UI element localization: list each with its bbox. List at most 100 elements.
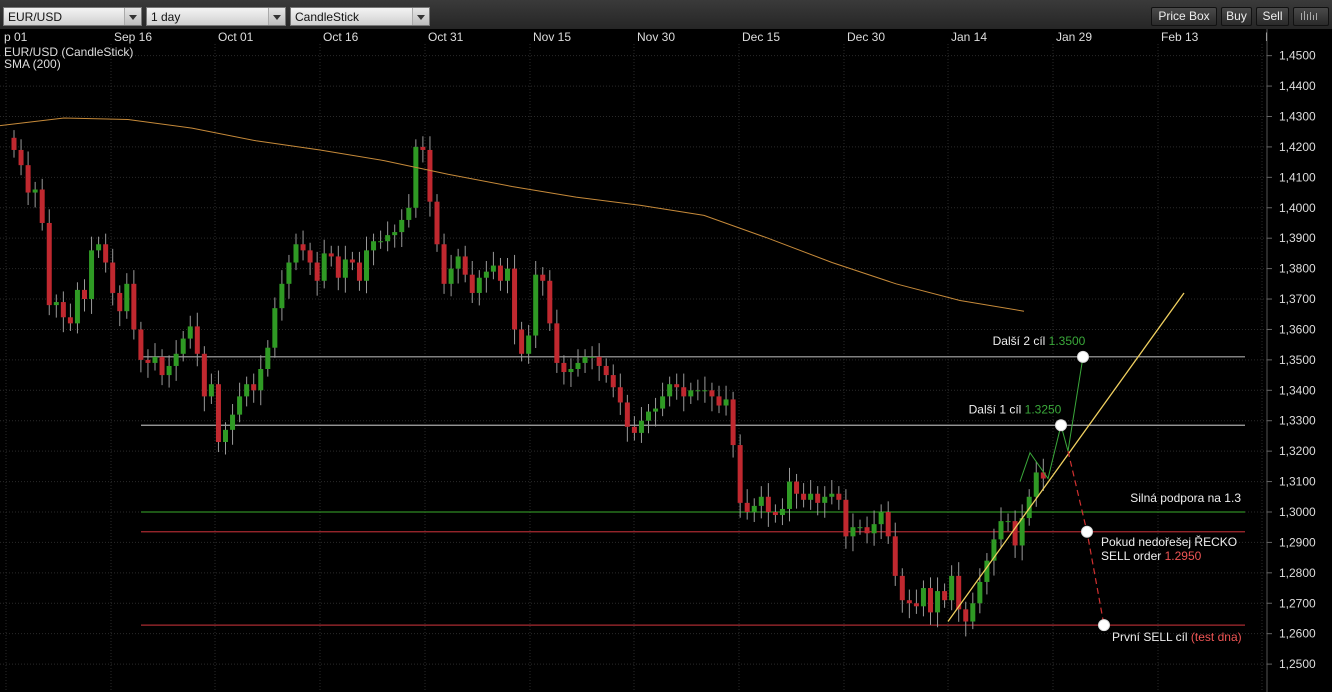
candle-body xyxy=(356,262,362,281)
candle-body xyxy=(744,502,750,512)
candle-body xyxy=(279,283,285,309)
candle-body xyxy=(201,353,207,397)
candle-body xyxy=(1005,521,1011,523)
candle-body xyxy=(695,390,701,392)
x-tick-label: Jan 14 xyxy=(951,30,987,44)
candle-body xyxy=(455,256,461,269)
candle-body xyxy=(631,426,637,433)
y-tick-label: 1,3200 xyxy=(1279,444,1316,458)
candle-body xyxy=(949,575,955,601)
level-label-part: 1.3250 xyxy=(1025,402,1062,416)
buy-button[interactable]: Buy xyxy=(1221,7,1252,26)
candle-body xyxy=(561,362,567,373)
candle-body xyxy=(787,481,792,509)
candle-body xyxy=(251,384,257,391)
chevron-down-icon[interactable] xyxy=(124,8,141,25)
level-label-part: Silná podpora na 1.3 xyxy=(1130,491,1241,505)
candle-body xyxy=(998,521,1004,540)
level-label-part: 1.2950 xyxy=(1165,549,1202,563)
y-tick-label: 1,3300 xyxy=(1279,414,1316,428)
candle-body xyxy=(103,244,109,263)
candle-body xyxy=(885,511,891,537)
candle-body xyxy=(413,146,419,208)
level-label: Silná podpora na 1.3 xyxy=(1130,491,1241,505)
candle-body xyxy=(878,511,884,525)
candle-body xyxy=(575,362,581,369)
candle-body xyxy=(730,399,736,446)
candle-body xyxy=(709,390,715,397)
candle-body xyxy=(67,317,73,324)
y-tick-label: 1,2500 xyxy=(1279,657,1316,671)
candle-body xyxy=(526,335,532,354)
candle-body xyxy=(1040,472,1046,479)
candle-body xyxy=(928,588,933,613)
level-label-part: První SELL cíl xyxy=(1112,630,1191,644)
interval-select[interactable]: 1 day xyxy=(146,7,286,26)
candle-body xyxy=(173,353,179,366)
candle-body xyxy=(836,493,842,500)
level-label-part: Pokud nedořešej ŘECKO xyxy=(1101,534,1237,549)
candle-body xyxy=(152,356,158,363)
candle-body xyxy=(314,262,320,281)
bars-icon-glyph xyxy=(1301,11,1317,20)
candle-body xyxy=(765,496,771,512)
candle-body xyxy=(476,277,482,293)
candle-body xyxy=(850,527,856,537)
candle-body xyxy=(892,536,898,576)
y-axis: 1,4500 1,4400 1,4300 1,4200 1,4100 1,4000 1,39… xyxy=(1266,29,1332,692)
x-tick-label: p 01 xyxy=(4,30,28,44)
y-tick-label: 1,2800 xyxy=(1279,566,1316,580)
candle-body xyxy=(441,244,447,284)
candle-body xyxy=(815,493,821,503)
y-tick-label: 1,4300 xyxy=(1279,109,1316,123)
candle-body xyxy=(96,244,102,251)
y-tick-label: 1,3100 xyxy=(1279,475,1316,489)
candlestick-chart[interactable]: p 01 Sep 16 Oct 01 Oct 16 Oct 31 Nov 15 Nov 30… xyxy=(0,29,1332,692)
candle-body xyxy=(371,241,377,251)
candle-body xyxy=(913,603,919,607)
sma-label: SMA (200) xyxy=(4,57,61,71)
candle-body xyxy=(131,283,137,330)
candle-body xyxy=(519,329,525,354)
x-tick-label: Oct 16 xyxy=(323,30,359,44)
candle-body xyxy=(74,289,80,324)
y-tick-label: 1,4400 xyxy=(1279,79,1316,93)
candle-body xyxy=(688,390,694,397)
candle-body xyxy=(829,493,835,497)
chevron-down-icon[interactable] xyxy=(268,8,285,25)
bars-icon[interactable] xyxy=(1293,7,1329,26)
chevron-down-icon[interactable] xyxy=(412,8,429,25)
candle-body xyxy=(335,256,341,278)
y-tick-label: 1,4100 xyxy=(1279,170,1316,184)
candle-body xyxy=(540,274,546,281)
candle-body xyxy=(533,274,539,336)
candle-body xyxy=(483,271,489,278)
candle-body xyxy=(794,481,800,494)
symbol-value: EUR/USD xyxy=(8,10,63,24)
candle-body xyxy=(244,384,250,397)
symbol-select[interactable]: EUR/USD xyxy=(3,7,142,26)
candle-body xyxy=(920,588,926,607)
candle-body xyxy=(434,201,440,245)
candle-body xyxy=(603,365,609,376)
candle-body xyxy=(159,356,165,376)
y-tick-label: 1,2600 xyxy=(1279,627,1316,641)
candle-body xyxy=(321,253,327,281)
candle-body xyxy=(25,165,31,193)
candle-body xyxy=(194,326,200,354)
x-tick-label: Oct 01 xyxy=(218,30,254,44)
y-tick-label: 1,2900 xyxy=(1279,535,1316,549)
level-label: Další 1 cíl 1.3250 xyxy=(969,402,1062,416)
chart-type-select[interactable]: CandleStick xyxy=(290,7,430,26)
sell-button[interactable]: Sell xyxy=(1256,7,1289,26)
candle-body xyxy=(32,189,38,193)
chart-toolbar: EUR/USD 1 day CandleStick Price Box Buy … xyxy=(0,0,1332,30)
candle-body xyxy=(328,253,334,257)
price-box-button[interactable]: Price Box xyxy=(1151,7,1217,26)
candle-body xyxy=(124,283,130,312)
level-target-marker xyxy=(1077,350,1089,363)
x-tick-label: Feb 13 xyxy=(1161,30,1199,44)
y-tick-label: 1,4500 xyxy=(1279,49,1316,63)
x-tick-label: Oct 31 xyxy=(428,30,464,44)
x-tick-label: Sep 16 xyxy=(114,30,152,44)
